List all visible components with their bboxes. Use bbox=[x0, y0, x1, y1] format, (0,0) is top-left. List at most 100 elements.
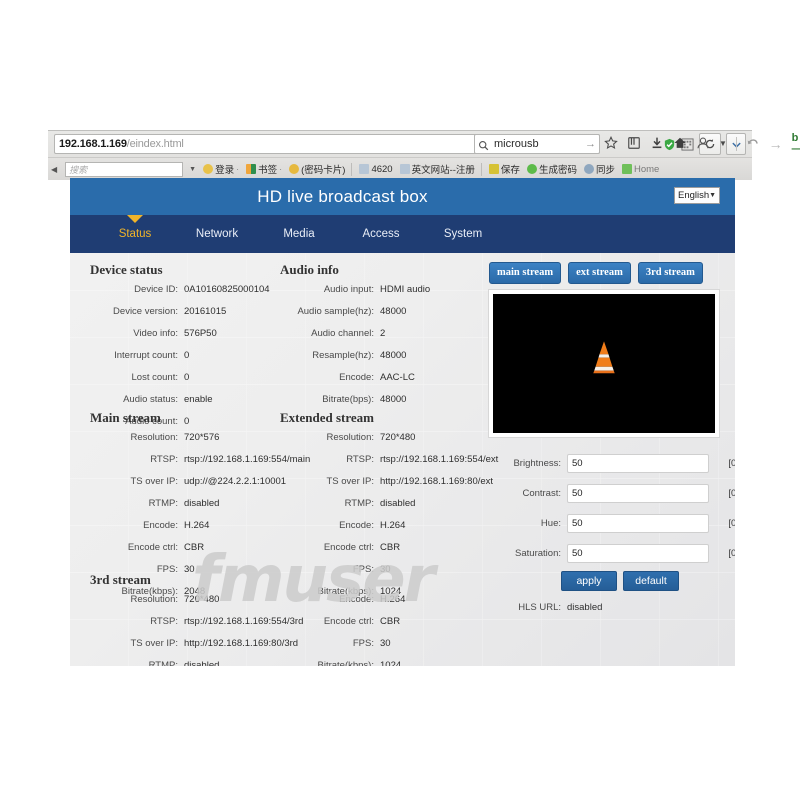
brightness-input[interactable] bbox=[567, 453, 709, 473]
audio-info-section: Audio info Audio input: HDMI audio Audio … bbox=[276, 262, 481, 416]
bookmark-item[interactable]: (密码卡片) bbox=[289, 162, 345, 176]
video-player[interactable] bbox=[489, 289, 719, 437]
nav-item-list: Status Network Media Access System bbox=[70, 215, 504, 253]
bookmark-item[interactable]: 保存 bbox=[488, 162, 520, 176]
info-value: 0 bbox=[184, 350, 190, 361]
info-key: Bitrate(bps): bbox=[322, 394, 374, 405]
forward-arrow-icon[interactable]: → bbox=[769, 137, 783, 151]
info-key: RTMP: bbox=[148, 498, 178, 509]
bookmark-label: 同步 bbox=[595, 165, 615, 176]
section-title: Device status bbox=[90, 262, 163, 277]
search-input[interactable]: microusb bbox=[494, 138, 539, 150]
apply-button[interactable]: apply bbox=[561, 570, 617, 591]
nav-item-network[interactable]: Network bbox=[176, 228, 258, 240]
bookmark-favicon bbox=[583, 164, 594, 174]
info-value: 48000 bbox=[380, 306, 407, 317]
bookmark-favicon bbox=[359, 164, 370, 174]
bookmarks-search-chevron-down-icon[interactable]: ▼ bbox=[189, 166, 196, 173]
info-value: 48000 bbox=[380, 350, 407, 361]
info-row: RTSP: rtsp://192.168.1.169:554/3rd bbox=[86, 616, 303, 638]
bookmark-label: 生成密码 bbox=[538, 165, 577, 176]
brightness-control: Brightness: [0-100] bbox=[489, 451, 735, 476]
info-key: Resolution: bbox=[130, 594, 178, 605]
nav-item-status[interactable]: Status bbox=[94, 215, 176, 240]
main-stream-button[interactable]: main stream bbox=[489, 262, 562, 284]
nav-item-label: Network bbox=[195, 228, 239, 240]
bookmark-label: 保存 bbox=[500, 165, 520, 176]
bookmark-label: Home bbox=[633, 163, 660, 175]
info-value: CBR bbox=[380, 616, 401, 627]
star-icon[interactable] bbox=[604, 135, 618, 152]
bookmarks-back-icon[interactable]: ◀ bbox=[51, 165, 57, 174]
language-selector[interactable]: English ▼ bbox=[674, 187, 720, 204]
home-icon[interactable] bbox=[673, 136, 687, 152]
info-key: RTSP: bbox=[150, 454, 178, 465]
bookmark-item[interactable]: Home bbox=[621, 163, 660, 175]
info-value: CBR bbox=[380, 542, 401, 553]
bookmarks-divider bbox=[351, 162, 353, 176]
info-key: Encode: bbox=[339, 372, 374, 383]
bookmark-favicon bbox=[399, 164, 410, 174]
search-bar[interactable]: microusb → bbox=[474, 134, 600, 154]
download-icon[interactable] bbox=[650, 136, 664, 152]
bookmark-item[interactable]: 生成密码 bbox=[526, 162, 577, 176]
info-row: Audio input: HDMI audio bbox=[276, 284, 481, 306]
info-row: Encode: AAC-LC bbox=[276, 372, 481, 394]
brightness-range: [0-100] bbox=[728, 457, 735, 469]
saturation-control: Saturation: [0-100] bbox=[489, 541, 735, 566]
info-key: Resolution: bbox=[130, 432, 178, 443]
bookmarks-search-input[interactable]: 搜索 bbox=[65, 161, 184, 177]
info-row: Device ID: 0A10160825000104 bbox=[86, 284, 276, 306]
hls-url-row: HLS URL: disabled bbox=[489, 602, 721, 613]
bookmark-favicon bbox=[526, 164, 537, 174]
brand-icon[interactable]: b— bbox=[792, 133, 800, 155]
browser-action-icons: ▼ → b— bbox=[604, 133, 800, 155]
bookmark-item[interactable]: 4620 bbox=[359, 164, 393, 175]
ext-stream-button[interactable]: ext stream bbox=[568, 262, 631, 284]
bookmark-label: 英文网站--注册 bbox=[411, 165, 475, 176]
section-title-spacer bbox=[276, 572, 481, 588]
contrast-input[interactable] bbox=[567, 483, 709, 503]
info-value: H.264 bbox=[380, 520, 406, 531]
bookmark-label: (密码卡片) bbox=[301, 165, 346, 176]
info-value: AAC-LC bbox=[380, 372, 415, 383]
hls-url-label: HLS URL: bbox=[518, 601, 561, 613]
back-arrow-icon[interactable] bbox=[746, 136, 760, 152]
info-row: TS over IP: http://192.168.1.169:80/3rd bbox=[86, 638, 298, 660]
hue-input[interactable] bbox=[567, 513, 709, 533]
info-row: FPS: 30 bbox=[276, 638, 481, 660]
hue-control: Hue: [0-100] bbox=[489, 511, 735, 536]
brightness-label: Brightness: bbox=[513, 457, 561, 469]
search-go-icon[interactable]: → bbox=[585, 138, 596, 150]
info-key: RTMP: bbox=[344, 498, 374, 509]
bookmark-item[interactable]: 书签 · bbox=[246, 162, 282, 176]
info-row: Resolution: 720*576 bbox=[86, 432, 276, 454]
url-host: 192.168.1.169 bbox=[59, 138, 127, 150]
info-key: TS over IP: bbox=[326, 476, 374, 487]
info-value: 2 bbox=[380, 328, 386, 339]
account-chevron-down-icon[interactable]: ▼ bbox=[719, 140, 727, 148]
library-icon[interactable] bbox=[627, 136, 641, 152]
bookmark-item[interactable]: 英文网站--注册 bbox=[399, 162, 475, 176]
info-row: RTMP: disabled bbox=[86, 660, 276, 666]
nav-item-access[interactable]: Access bbox=[340, 228, 422, 240]
bookmark-item[interactable]: 登录 · bbox=[203, 162, 239, 176]
bookmark-item[interactable]: 同步 bbox=[583, 162, 615, 176]
saturation-input[interactable] bbox=[567, 543, 709, 563]
third-stream-button[interactable]: 3rd stream bbox=[637, 262, 703, 284]
info-key: Encode ctrl: bbox=[127, 542, 178, 553]
nav-item-system[interactable]: System bbox=[422, 228, 504, 240]
controls-button-row: apply default bbox=[489, 570, 721, 591]
section-title: Audio info bbox=[280, 262, 339, 277]
account-icon[interactable] bbox=[696, 136, 710, 152]
default-button[interactable]: default bbox=[623, 570, 679, 591]
info-value: CBR bbox=[184, 542, 205, 553]
nav-item-media[interactable]: Media bbox=[258, 228, 340, 240]
audio-info-rows: Audio input: HDMI audio Audio sample(hz):… bbox=[276, 284, 481, 416]
url-path: /eindex.html bbox=[126, 138, 184, 150]
info-key: TS over IP: bbox=[130, 476, 178, 487]
info-value: H.264 bbox=[184, 520, 210, 531]
info-key: Device version: bbox=[113, 306, 178, 317]
info-key: Audio sample(hz): bbox=[297, 306, 374, 317]
info-row: Encode: H.264 bbox=[276, 520, 481, 542]
